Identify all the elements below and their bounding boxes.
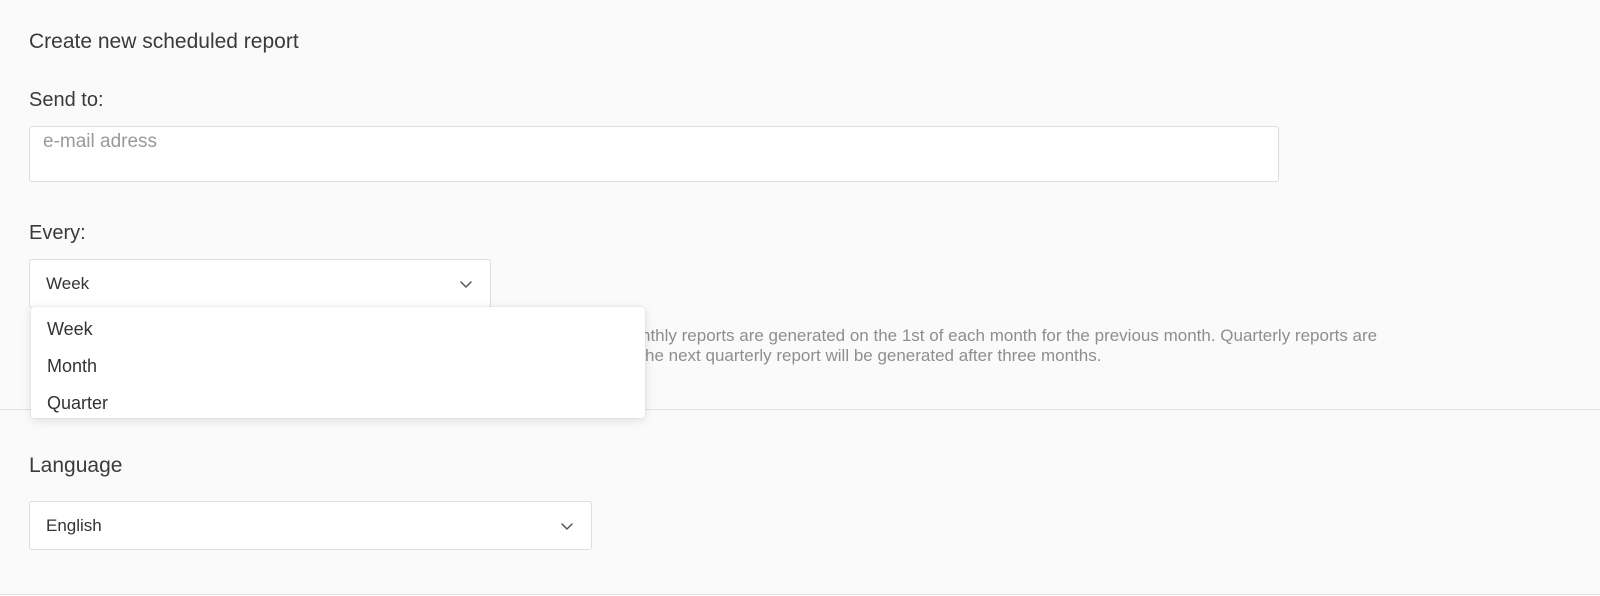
every-select-value: Week: [46, 273, 90, 293]
language-heading: Language: [29, 454, 123, 477]
send-to-label: Send to:: [29, 89, 104, 111]
every-dropdown-menu: Week Month Quarter: [31, 307, 645, 418]
language-select[interactable]: English: [29, 501, 592, 550]
every-label: Every:: [29, 222, 86, 244]
dropdown-option-week[interactable]: Week: [31, 311, 645, 348]
dropdown-option-quarter[interactable]: Quarter: [31, 385, 645, 422]
dropdown-option-month[interactable]: Month: [31, 348, 645, 385]
every-select[interactable]: Week: [29, 259, 491, 308]
bottom-divider: [0, 594, 1600, 595]
language-select-value: English: [46, 515, 102, 535]
page-title: Create new scheduled report: [29, 30, 299, 53]
email-field[interactable]: [30, 127, 1278, 181]
scheduled-report-form: Create new scheduled report Send to: Eve…: [0, 0, 1600, 596]
chevron-down-icon: [460, 280, 472, 288]
email-field-container: [29, 126, 1279, 182]
chevron-down-icon: [561, 522, 573, 530]
